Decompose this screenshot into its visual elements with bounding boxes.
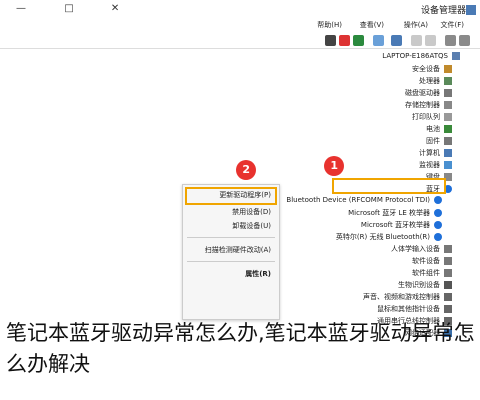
tree-item[interactable]: 处理器 (419, 76, 452, 86)
bluetooth-icon (434, 221, 442, 229)
step-badge-1: 1 (324, 156, 344, 176)
view-icon[interactable] (425, 35, 436, 46)
tree-item[interactable]: 鼠标和其他指针设备 (377, 304, 452, 314)
computer-icon (452, 52, 460, 60)
disk-icon (444, 89, 452, 97)
sound-icon (444, 293, 452, 301)
properties-icon[interactable] (411, 35, 422, 46)
menu-separator (187, 261, 275, 262)
storage-controller-icon (444, 101, 452, 109)
menu-scan-hardware[interactable]: 扫描检测硬件改动(A) (205, 245, 271, 255)
step-badge-2: 2 (236, 160, 256, 180)
hid-icon (444, 245, 452, 253)
tree-item[interactable]: 固件 (426, 136, 452, 146)
battery-icon (444, 125, 452, 133)
tree-item[interactable]: Microsoft 蓝牙 LE 枚举器 (348, 208, 442, 218)
forward-icon[interactable] (445, 35, 456, 46)
tree-item[interactable]: 安全设备 (412, 64, 452, 74)
software-device-icon (444, 257, 452, 265)
scan-icon[interactable] (373, 35, 384, 46)
title-bar: 设备管理器 — □ ✕ (0, 0, 480, 22)
tree-item[interactable]: 电池 (426, 124, 452, 134)
firmware-icon (444, 137, 452, 145)
menu-separator (187, 237, 275, 238)
menu-disable-device[interactable]: 禁用设备(D) (232, 207, 271, 217)
maximize-icon[interactable]: □ (62, 2, 76, 16)
menu-action[interactable]: 操作(A) (404, 20, 428, 30)
tree-item-intel-bluetooth[interactable]: 英特尔(R) 无线 Bluetooth(R) (336, 232, 442, 242)
printer-icon (444, 113, 452, 121)
menu-view[interactable]: 查看(V) (360, 20, 384, 30)
context-menu: 更新驱动程序(P) 禁用设备(D) 卸载设备(U) 扫描检测硬件改动(A) 属性… (182, 184, 280, 320)
close-icon[interactable]: ✕ (108, 2, 122, 16)
tree-item[interactable]: 监视器 (419, 160, 452, 170)
bluetooth-icon (434, 209, 442, 217)
biometric-icon (444, 281, 452, 289)
processor-icon (444, 77, 452, 85)
tree-root[interactable]: LAPTOP-E186ATQS (382, 52, 460, 62)
back-icon[interactable] (459, 35, 470, 46)
toolbar (0, 34, 480, 49)
tree-item[interactable]: 计算机 (419, 148, 452, 158)
menu-help[interactable]: 帮助(H) (317, 20, 342, 30)
bluetooth-icon (434, 196, 442, 204)
tree-item[interactable]: Bluetooth Device (RFCOMM Protocol TDI) (286, 196, 442, 206)
tree-item[interactable]: 生物识别设备 (398, 280, 452, 290)
tree-item[interactable]: 人体学输入设备 (391, 244, 452, 254)
disable-icon[interactable] (325, 35, 336, 46)
menu-file[interactable]: 文件(F) (441, 20, 465, 30)
uninstall-icon[interactable] (339, 35, 350, 46)
software-component-icon (444, 269, 452, 277)
tree-item[interactable]: 磁盘驱动器 (405, 88, 452, 98)
tree-item[interactable]: 声音、视频和游戏控制器 (363, 292, 452, 302)
tree-item[interactable]: Microsoft 蓝牙枚举器 (361, 220, 442, 230)
menu-update-driver[interactable]: 更新驱动程序(P) (219, 190, 271, 200)
computer-icon (444, 149, 452, 157)
monitor-icon (444, 161, 452, 169)
bluetooth-highlight (332, 178, 446, 194)
device-manager-icon (466, 5, 476, 15)
help-icon[interactable] (391, 35, 402, 46)
menu-properties[interactable]: 属性(R) (245, 269, 271, 279)
update-driver-icon[interactable] (353, 35, 364, 46)
bluetooth-icon (434, 233, 442, 241)
minimize-icon[interactable]: — (14, 2, 28, 16)
mouse-icon (444, 305, 452, 313)
caption: 笔记本蓝牙驱动异常怎么办,笔记本蓝牙驱动异常怎么办解决 (6, 321, 475, 376)
tree-item[interactable]: 存储控制器 (405, 100, 452, 110)
window-title: 设备管理器 (420, 6, 466, 16)
tree-item[interactable]: 软件设备 (412, 256, 452, 266)
menu-uninstall-device[interactable]: 卸载设备(U) (232, 221, 271, 231)
tree-item[interactable]: 打印队列 (412, 112, 452, 122)
menu-bar: 文件(F) 操作(A) 查看(V) 帮助(H) (0, 20, 480, 32)
security-device-icon (444, 65, 452, 73)
tree-item[interactable]: 软件组件 (412, 268, 452, 278)
